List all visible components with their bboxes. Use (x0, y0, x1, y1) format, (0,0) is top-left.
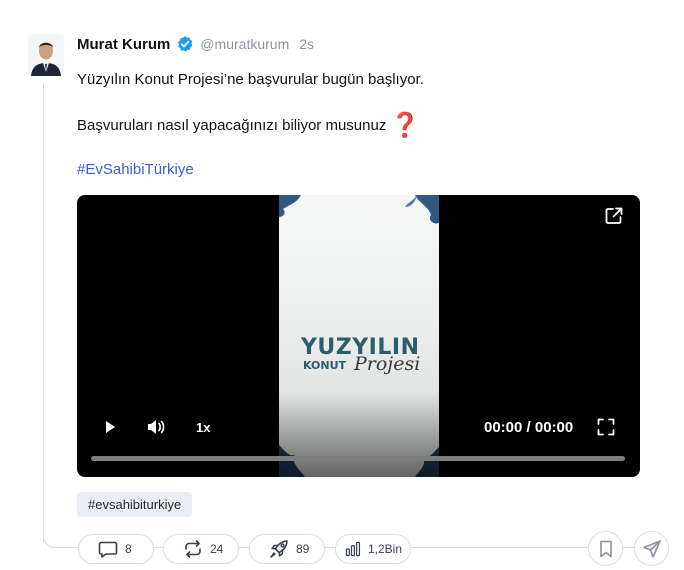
play-icon[interactable] (102, 419, 118, 435)
post-header: Murat Kurum @muratkurum 2s (77, 34, 314, 54)
post-time[interactable]: 2s (299, 36, 314, 52)
rocket-icon (270, 540, 288, 558)
bookmark-icon (599, 540, 612, 557)
author-name[interactable]: Murat Kurum (77, 36, 170, 53)
video-progress-bar[interactable] (91, 456, 625, 461)
red-question-mark-icon: ❓ (390, 111, 421, 139)
share-button[interactable] (634, 531, 669, 566)
avatar[interactable] (28, 34, 64, 76)
thread-line (43, 84, 44, 543)
hashtag-link[interactable]: #EvSahibiTürkiye (77, 161, 194, 178)
bar-chart-icon (345, 541, 361, 557)
repost-count: 24 (210, 542, 224, 556)
repost-button[interactable]: 24 (163, 534, 239, 564)
thumbnail-subtitle: KONUT (303, 359, 347, 372)
bookmark-button[interactable] (588, 531, 623, 566)
reply-button[interactable]: 8 (78, 534, 154, 564)
open-external-icon[interactable] (604, 206, 624, 226)
views-button[interactable]: 1,2Bin (335, 534, 411, 564)
author-handle[interactable]: @muratkurum (200, 36, 289, 52)
view-count: 1,2Bin (367, 542, 402, 556)
video-player[interactable]: YUZYILIN KONUT Projesi 1x 00:00 / 00:00 (77, 195, 640, 477)
post-text-line-2: Başvuruları nasıl yapacağınızı biliyor m… (77, 111, 421, 139)
playback-speed-button[interactable]: 1x (196, 420, 210, 435)
volume-icon[interactable] (146, 418, 166, 436)
verified-badge-icon (176, 35, 194, 53)
repost-icon (185, 540, 201, 558)
thread-curve (43, 520, 79, 548)
thumbnail-script: Projesi (354, 353, 421, 375)
comment-icon (98, 541, 118, 558)
post-text-question: Başvuruları nasıl yapacağınızı biliyor m… (77, 116, 387, 134)
video-timecode: 00:00 / 00:00 (484, 419, 574, 436)
fullscreen-icon[interactable] (597, 418, 615, 436)
send-icon (642, 539, 661, 558)
video-thumbnail: YUZYILIN KONUT Projesi (279, 195, 439, 477)
boost-button[interactable]: 89 (249, 534, 325, 564)
post-text-line-1: Yüzyılın Konut Projesi’ne başvurular bug… (77, 71, 424, 88)
hashtag-chip[interactable]: #evsahibiturkiye (77, 492, 193, 517)
reply-count: 8 (125, 542, 132, 556)
thumbnail-shade (279, 392, 439, 477)
boost-count: 89 (296, 542, 310, 556)
